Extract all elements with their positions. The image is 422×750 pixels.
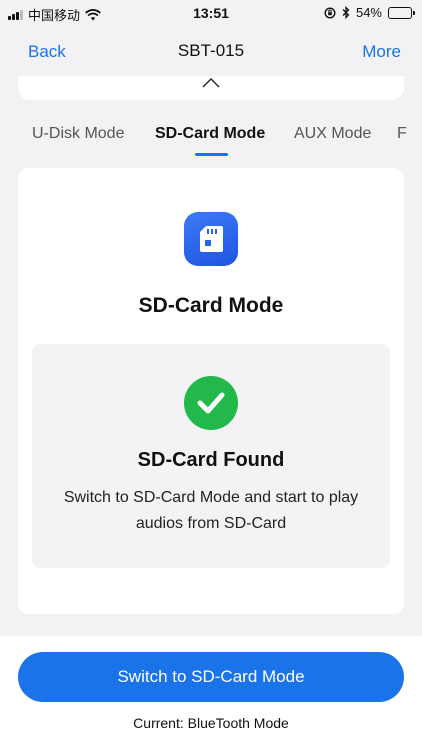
mode-title: SD-Card Mode [138, 294, 284, 317]
active-tab-indicator [195, 153, 228, 156]
tab-u-disk-mode[interactable]: U-Disk Mode [32, 125, 124, 143]
current-mode-label: Current: BlueTooth Mode [133, 715, 289, 731]
back-button[interactable]: Back [28, 42, 66, 62]
status-right: 54% [324, 5, 415, 20]
switch-mode-button[interactable]: Switch to SD-Card Mode [18, 652, 404, 702]
mode-tabs: U-Disk Mode SD-Card Mode AUX Mode F [0, 112, 422, 162]
status-title: SD-Card Found [137, 449, 285, 471]
mode-card: SD-Card Mode SD-Card Found Switch to SD-… [18, 168, 404, 614]
tab-next-mode[interactable]: F [397, 125, 407, 143]
more-button[interactable]: More [362, 42, 401, 62]
tab-aux-mode[interactable]: AUX Mode [294, 125, 371, 143]
check-circle-icon [184, 376, 238, 430]
orientation-lock-icon [324, 6, 336, 19]
tab-sd-card-mode[interactable]: SD-Card Mode [155, 125, 265, 143]
battery-percent: 54% [355, 5, 382, 20]
status-panel: SD-Card Found Switch to SD-Card Mode and… [32, 344, 390, 568]
chevron-up-icon[interactable] [202, 76, 220, 88]
battery-icon [388, 6, 415, 19]
status-bar: 中国移动 13:51 54% [0, 0, 422, 26]
sd-card-icon [184, 212, 238, 266]
bottom-action-bar: Switch to SD-Card Mode Current: BlueToot… [0, 636, 422, 750]
bluetooth-icon [342, 6, 350, 19]
status-description: Switch to SD-Card Mode and start to play… [63, 489, 359, 532]
navigation-bar: Back SBT-015 More [0, 26, 422, 76]
